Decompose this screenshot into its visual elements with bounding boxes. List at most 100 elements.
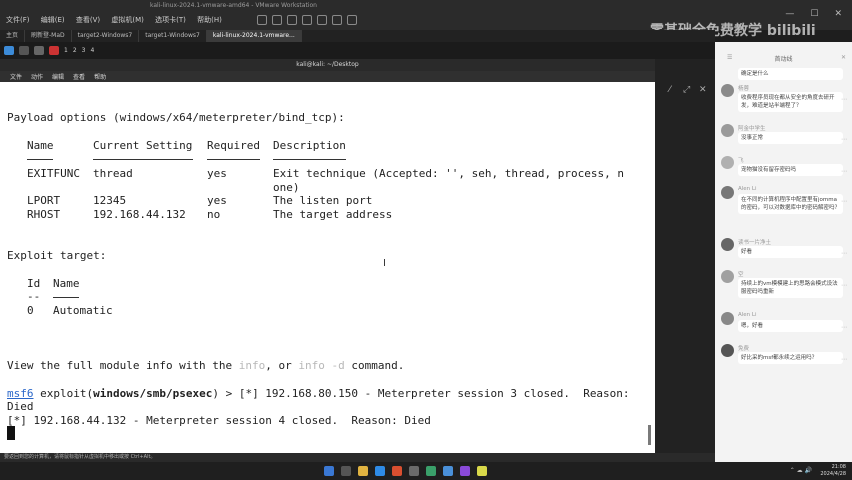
close-terminal-icon[interactable]: ✕ (699, 85, 707, 95)
menu-edit[interactable]: 编辑(E) (41, 16, 65, 24)
maximize-icon[interactable]: ☐ (810, 9, 818, 19)
terminal-launcher-icon[interactable] (34, 46, 44, 55)
vmware-menubar: 文件(F) 编辑(E) 查看(V) 虚拟机(M) 选项卡(T) 帮助(H) (6, 15, 231, 25)
more-icon[interactable]: ⋯ (841, 96, 847, 103)
clock[interactable]: 21:08 2024/4/28 (820, 464, 846, 478)
col-required: Required (207, 139, 260, 152)
chat-username: 空 (738, 272, 744, 278)
unity-icon[interactable] (331, 15, 342, 25)
chat-text: 好比采的msf都永续之运用吗？ (738, 352, 843, 364)
start-icon[interactable] (324, 466, 334, 476)
chat-username: 读书一片净土 (738, 240, 772, 246)
system-tray-icon[interactable]: ⌃ ☁ 🔊 (790, 467, 812, 474)
row-exitfunc-setting: thread (93, 167, 133, 180)
chat-message: Alen Li 嗯，好看 ⋯ (721, 312, 849, 338)
workspace-3[interactable]: 3 (82, 47, 86, 54)
chat-panel: ☰ 首动线 ✕ 确定是什么 杨蓉 收费程序员现在都从安全的角度去研开发，难道是站… (715, 42, 852, 462)
minimize-icon[interactable]: — (785, 9, 794, 19)
row-lport-desc: The listen port (273, 194, 373, 207)
payload-header: Payload options (windows/x64/meterpreter… (7, 111, 345, 124)
manage-snapshot-icon[interactable] (301, 15, 312, 25)
chat-message: Alen Li 在不同的计算机程序中配置里有jomma的密码，可以对数据库中的密… (721, 186, 849, 234)
tab-target2[interactable]: target2-Windows7 (72, 30, 140, 42)
menu-tabs[interactable]: 选项卡(T) (155, 16, 186, 24)
avatar (721, 238, 734, 251)
tab-mad[interactable]: 刷新登-MaD (25, 30, 72, 42)
more-icon[interactable]: ⋯ (841, 324, 847, 331)
fullscreen-icon[interactable] (316, 15, 327, 25)
app-icon[interactable] (392, 466, 402, 476)
edge-icon[interactable] (375, 466, 385, 476)
chat-text: 没事正常 (738, 132, 843, 144)
avatar (721, 344, 734, 357)
chat-text: 确定是什么 (738, 68, 843, 80)
tab-target1[interactable]: target1-Windows7 (139, 30, 207, 42)
more-icon[interactable]: ⋯ (841, 282, 847, 289)
explorer-icon[interactable] (358, 466, 368, 476)
menu-help[interactable]: 帮助(H) (197, 16, 222, 24)
maximize-terminal-icon[interactable]: ⤢ (683, 85, 690, 95)
chat-menu-icon[interactable]: ☰ (727, 54, 732, 61)
terminal-titlebar: kali@kali: ~/Desktop (0, 59, 655, 71)
app-icon[interactable] (477, 466, 487, 476)
more-icon[interactable]: ⋯ (841, 356, 847, 363)
wechat-icon[interactable] (426, 466, 436, 476)
term-menu-help[interactable]: 帮助 (94, 72, 106, 81)
chat-username: Alen Li (738, 312, 757, 318)
underline (53, 297, 79, 298)
chat-text: 收费程序员现在都从安全的角度去研开发，难道是站半端程了？ (738, 92, 843, 112)
term-menu-edit[interactable]: 编辑 (52, 72, 64, 81)
close-icon[interactable]: ✕ (834, 9, 842, 19)
tab-kali[interactable]: kali-linux-2024.1-vmware... (206, 30, 302, 42)
info-d-cmd: info -d (298, 359, 345, 372)
chat-message: 飞 宠物猫没有留存密码吗 ⋯ (721, 156, 849, 182)
terminal-scrollbar[interactable] (648, 425, 651, 445)
more-icon[interactable]: ⋯ (841, 198, 847, 205)
avatar (721, 270, 734, 283)
prompt-module: windows/smb/psexec (93, 387, 213, 400)
session4-closed-line: [*] 192.168.44.132 - Meterpreter session… (7, 414, 431, 427)
term-menu-file[interactable]: 文件 (10, 72, 22, 81)
chat-text: 在不同的计算机程序中配置里有jomma的密码，可以对数据库中的密码解密吗？ (738, 194, 843, 214)
vmware-icon[interactable] (409, 466, 419, 476)
col-setting: Current Setting (93, 139, 193, 152)
minimize-terminal-icon[interactable]: ⁄ (669, 85, 671, 95)
workspace-2[interactable]: 2 (73, 47, 77, 54)
more-icon[interactable]: ⋯ (841, 250, 847, 257)
chat-username: Alen Li (738, 186, 757, 192)
snapshot-icon[interactable] (271, 15, 282, 25)
app-icon[interactable] (443, 466, 453, 476)
workspace-4[interactable]: 4 (90, 47, 94, 54)
underline (207, 159, 260, 160)
term-menu-view[interactable]: 查看 (73, 72, 85, 81)
workspace-1[interactable]: 1 (64, 47, 68, 54)
term-menu-action[interactable]: 动作 (31, 72, 43, 81)
browser-icon[interactable] (49, 46, 59, 55)
target-name: Automatic (53, 304, 113, 317)
pause-icon[interactable] (256, 15, 267, 25)
kali-menu-icon[interactable] (4, 46, 14, 55)
avatar (721, 124, 734, 137)
chat-close-icon[interactable]: ✕ (841, 54, 846, 61)
row-lport-required: yes (207, 194, 227, 207)
row-rhost-desc: The target address (273, 208, 393, 221)
terminal-output[interactable]: Payload options (windows/x64/meterpreter… (0, 82, 655, 453)
menu-file[interactable]: 文件(F) (6, 16, 30, 24)
revert-icon[interactable] (286, 15, 297, 25)
search-icon[interactable] (341, 466, 351, 476)
underline (93, 159, 193, 160)
chat-text: 宠物猫没有留存密码吗 (738, 164, 843, 176)
app-icon[interactable] (460, 466, 470, 476)
console-icon[interactable] (346, 15, 357, 25)
underline (27, 159, 53, 160)
more-icon[interactable]: ⋯ (841, 168, 847, 175)
tab-home[interactable]: 主页 (0, 30, 26, 42)
col-desc: Description (273, 139, 346, 152)
files-icon[interactable] (19, 46, 29, 55)
msf-prompt-line: msf6 exploit(windows/smb/psexec) > [*] 1… (7, 387, 630, 401)
menu-vm[interactable]: 虚拟机(M) (111, 16, 144, 24)
chat-message: 读书一片净土 好看 ⋯ (721, 238, 849, 264)
more-icon[interactable]: ⋯ (841, 136, 847, 143)
windows-taskbar: ⌃ ☁ 🔊 21:08 2024/4/28 (0, 462, 852, 480)
menu-view[interactable]: 查看(V) (76, 16, 100, 24)
